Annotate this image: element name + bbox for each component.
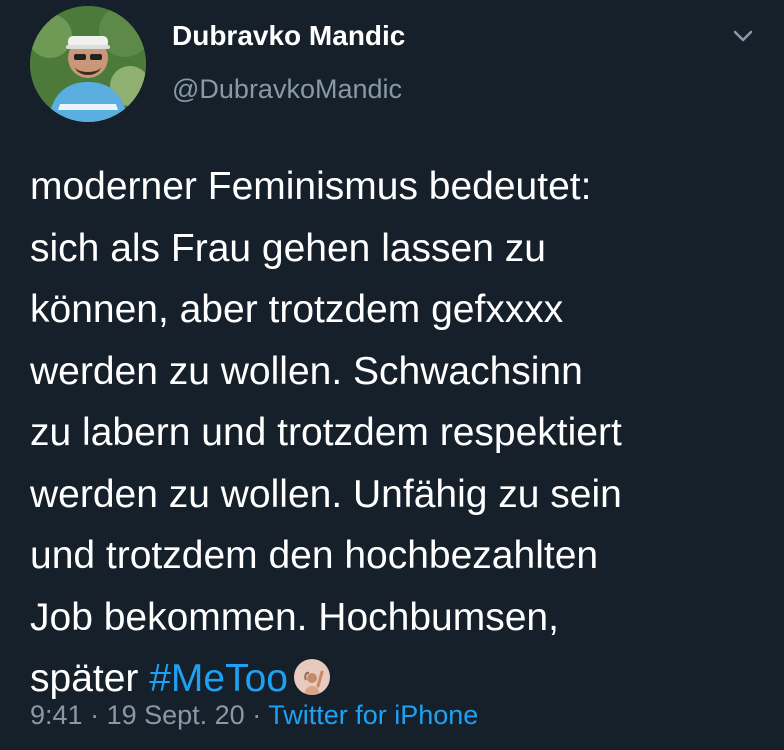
tweet-time[interactable]: 9:41	[30, 700, 83, 730]
meta-separator: ·	[82, 700, 107, 730]
tweet-source-link[interactable]: Twitter for iPhone	[268, 700, 478, 730]
display-name[interactable]: Dubravko Mandic	[172, 20, 405, 52]
tweet-text-line: und trotzdem den hochbezahlten	[30, 534, 599, 577]
avatar[interactable]	[30, 6, 146, 122]
tweet-meta: 9:41 · 19 Sept. 20 · Twitter for iPhone	[30, 700, 478, 731]
tweet-text-line: werden zu wollen. Unfähig zu sein	[30, 472, 622, 516]
tweet-text-fragment: später	[30, 657, 150, 700]
tweet-text-line: sich als Frau gehen lassen zu	[30, 226, 546, 270]
hashtag-link[interactable]: #MeToo	[149, 657, 288, 700]
tweet-text: moderner Feminismus bedeutet: sich als F…	[30, 156, 770, 710]
tweet-date[interactable]: 19 Sept. 20	[107, 700, 245, 730]
tweet-text-line: moderner Feminismus bedeutet:	[30, 165, 592, 208]
user-handle[interactable]: @DubravkoMandic	[172, 74, 402, 105]
tweet-card: Dubravko Mandic @DubravkoMandic moderner…	[0, 0, 784, 750]
tweet-text-line: werden zu wollen. Schwachsinn	[30, 349, 583, 393]
tweet-text-line: können, aber trotzdem gefxxxx	[30, 288, 564, 331]
woman-hand-raised-emoji-icon	[293, 659, 330, 695]
tweet-text-line: Job bekommen. Hochbumsen,	[30, 595, 559, 639]
chevron-down-icon[interactable]	[728, 24, 758, 48]
meta-separator: ·	[244, 700, 269, 730]
tweet-text-line: zu labern und trotzdem respektiert	[30, 411, 622, 454]
